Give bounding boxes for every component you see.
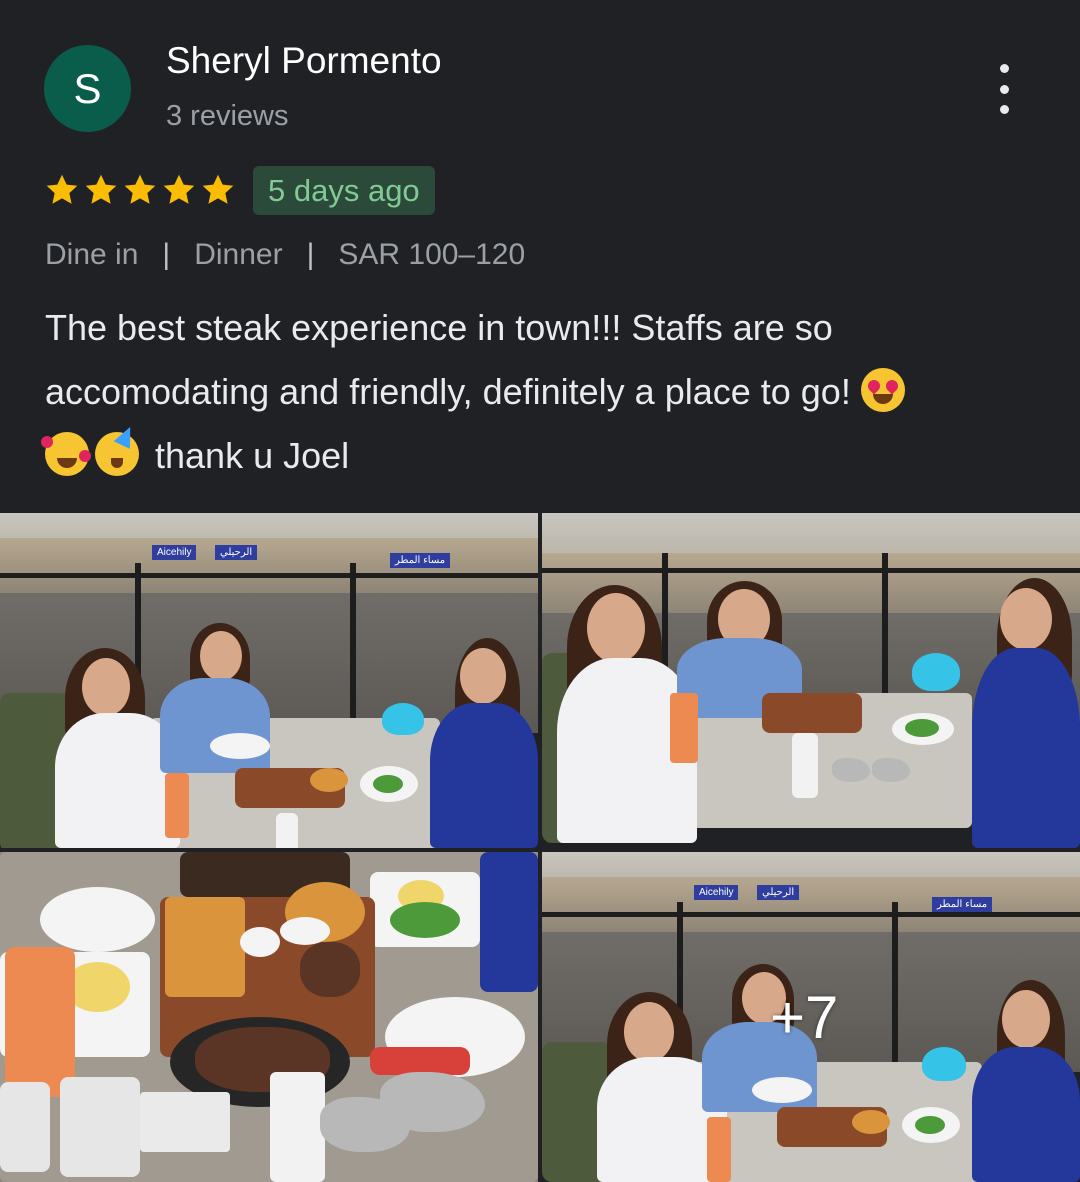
photo-grid: Aicehily الرحيلي مساء المطر Aicehily الر… xyxy=(0,513,1080,1182)
star-rating xyxy=(44,172,236,208)
avatar[interactable]: S xyxy=(44,45,131,132)
review-line-1: The best steak experience in town!!! Sta… xyxy=(45,307,833,348)
review-line-2-wrap: accomodating and friendly, definitely a … xyxy=(45,360,1045,424)
star-icon xyxy=(202,174,234,204)
divider: | xyxy=(162,238,171,271)
divider: | xyxy=(306,238,315,271)
review-photo-2[interactable] xyxy=(542,513,1080,848)
review-photo-3[interactable] xyxy=(0,852,538,1182)
time-ago-badge: 5 days ago xyxy=(253,166,435,215)
shop-sign: مساء المطر xyxy=(390,553,451,568)
heart-eyes-emoji xyxy=(860,368,905,412)
meta-meal: Dinner xyxy=(194,238,283,271)
avatar-initial: S xyxy=(73,64,102,112)
shop-sign: Aicehily xyxy=(152,545,197,560)
review-line-2: accomodating and friendly, definitely a … xyxy=(45,371,851,412)
review-photo-1[interactable]: Aicehily الرحيلي مساء المطر xyxy=(0,513,538,848)
visit-meta: Dine in | Dinner | SAR 100–120 xyxy=(45,238,525,272)
review-text: The best steak experience in town!!! Sta… xyxy=(41,296,1045,488)
shop-sign: مساء المطر xyxy=(932,897,993,912)
shop-sign: الرحيلي xyxy=(215,545,258,560)
more-vert-icon[interactable] xyxy=(988,64,1020,114)
reviewer-name[interactable]: Sheryl Pormento xyxy=(166,40,442,82)
meta-service: Dine in xyxy=(45,238,139,271)
shop-sign: الرحيلي xyxy=(757,885,800,900)
more-photos-count[interactable]: +7 xyxy=(770,983,838,1052)
star-icon xyxy=(46,174,78,204)
review-header: S Sheryl Pormento 3 reviews 5 days ago D… xyxy=(0,0,1080,512)
smiling-hearts-emoji xyxy=(41,432,91,476)
star-icon xyxy=(85,174,117,204)
review-line-3: thank u Joel xyxy=(155,435,350,476)
review-line-3-wrap: thank u Joel xyxy=(41,423,1045,488)
shop-sign: Aicehily xyxy=(694,885,739,900)
reviewer-review-count[interactable]: 3 reviews xyxy=(166,100,289,133)
meta-price: SAR 100–120 xyxy=(338,238,526,271)
partying-face-emoji xyxy=(95,423,139,476)
star-icon xyxy=(163,174,195,204)
star-icon xyxy=(124,174,156,204)
